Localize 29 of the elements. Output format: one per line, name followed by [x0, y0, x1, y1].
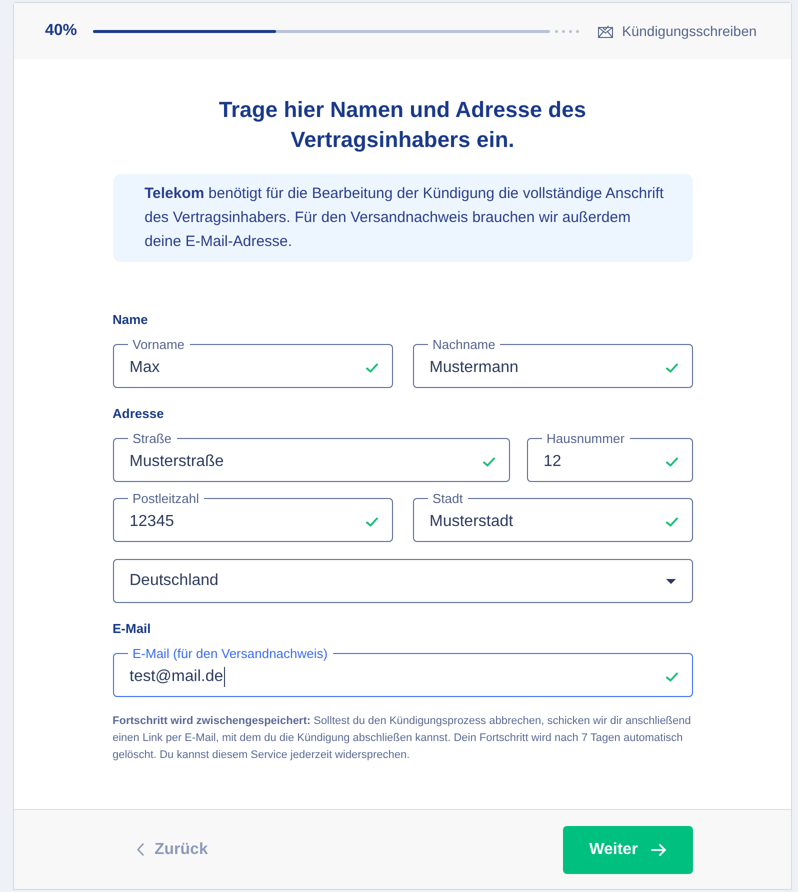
autosave-note: Fortschritt wird zwischengespeichert: Solltest du den Kündigungsprozess abbrechen, schicken wir dir anschließend einen Link per E-Mail, mit dem du die Kündigung abschließen kannst. Dein Fortschritt wird nach 7 Tagen automatisch gelöscht. Du kannst diesem Service jederzeit widersprechen.: [112, 714, 692, 763]
country-select[interactable]: Deutschland: [112, 559, 692, 603]
page-title: Trage hier Namen und Adresse des Vertragsinhabers ein.: [218, 96, 588, 154]
arrow-right-icon: [650, 844, 666, 856]
text-field[interactable]: Hausnummer 12: [526, 431, 692, 482]
section-heading: Adresse: [112, 406, 165, 422]
text-cursor-icon: [224, 666, 226, 686]
text-field[interactable]: Straße Musterstraße: [112, 431, 510, 482]
info-text: Telekom benötigt für die Bearbeitung der Kündigung die vollständige Anschrift des Vertragsinhabers. Für den Versandnachweis brauchen wir außerdem deine E-Mail-Adresse.: [144, 184, 665, 252]
text-field[interactable]: Vorname Max: [112, 337, 392, 388]
field-label: E-Mail (für den Versandnachweis): [132, 646, 329, 661]
envelope-icon: [598, 24, 613, 38]
next-step-label: Kündigungsschreiben: [622, 22, 757, 41]
chevron-left-icon: [136, 843, 144, 856]
dropdown-caret-icon: [666, 578, 676, 584]
field-label: Postleitzahl: [132, 491, 200, 506]
text-field[interactable]: Stadt Musterstadt: [412, 491, 692, 542]
text-field[interactable]: Nachname Mustermann: [412, 337, 692, 388]
field-label: Stadt: [432, 491, 464, 506]
field-label: Vorname: [132, 337, 186, 352]
progress-percent: 40%: [45, 21, 78, 41]
field-label: Hausnummer: [546, 431, 626, 446]
field-label: Nachname: [432, 337, 496, 352]
section-heading: E-Mail: [112, 621, 152, 637]
text-field[interactable]: E-Mail (für den Versandnachweis) test@mail.de: [112, 646, 692, 697]
section-heading: Name: [112, 312, 149, 328]
dots-icon: [555, 30, 579, 32]
text-field[interactable]: Postleitzahl 12345: [112, 491, 392, 542]
field-label: Straße: [132, 431, 173, 446]
